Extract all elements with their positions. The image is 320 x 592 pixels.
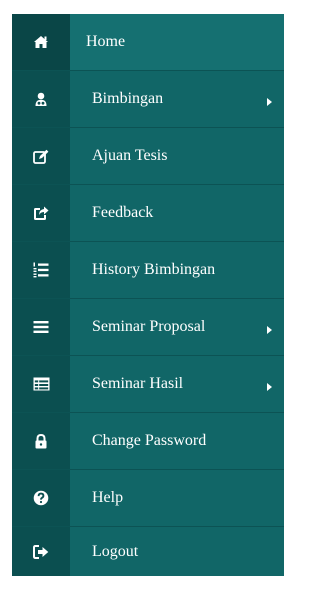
menu-item-seminar-proposal[interactable]: Seminar Proposal (12, 299, 284, 356)
menu-item-help[interactable]: Help (12, 470, 284, 527)
submenu-arrow-icon (267, 383, 272, 391)
menu-item-label: Change Password (92, 432, 207, 449)
list-ordered-icon (12, 242, 70, 298)
menu-item-label: Seminar Hasil (92, 375, 184, 392)
menu-item-history-bimbingan[interactable]: History Bimbingan (12, 242, 284, 299)
menu-item-label: Logout (92, 542, 139, 560)
menu-item-label: Home (86, 33, 126, 50)
home-icon (12, 14, 70, 70)
menu-item-logout[interactable]: Logout (12, 527, 284, 576)
submenu-arrow-icon (267, 98, 272, 106)
menu-item-label: Help (92, 489, 124, 506)
bars-icon (12, 299, 70, 355)
share-icon (12, 185, 70, 241)
table-list-icon (12, 356, 70, 412)
sidebar-menu: Home Bimbingan Ajuan Tesis Feedback Hist… (12, 14, 284, 576)
user-group-icon (12, 71, 70, 127)
menu-item-label: History Bimbingan (92, 261, 216, 278)
menu-item-change-password[interactable]: Change Password (12, 413, 284, 470)
menu-item-label: Seminar Proposal (92, 318, 206, 335)
menu-item-label: Bimbingan (92, 90, 164, 107)
edit-icon (12, 128, 70, 184)
menu-item-feedback[interactable]: Feedback (12, 185, 284, 242)
submenu-arrow-icon (267, 326, 272, 334)
menu-item-label: Feedback (92, 204, 154, 221)
menu-item-ajuan-tesis[interactable]: Ajuan Tesis (12, 128, 284, 185)
menu-item-label: Ajuan Tesis (92, 147, 168, 164)
menu-item-home[interactable]: Home (12, 14, 284, 71)
question-circle-icon (12, 470, 70, 526)
menu-item-seminar-hasil[interactable]: Seminar Hasil (12, 356, 284, 413)
menu-item-bimbingan[interactable]: Bimbingan (12, 71, 284, 128)
lock-icon (12, 413, 70, 469)
sign-out-icon (12, 527, 70, 576)
